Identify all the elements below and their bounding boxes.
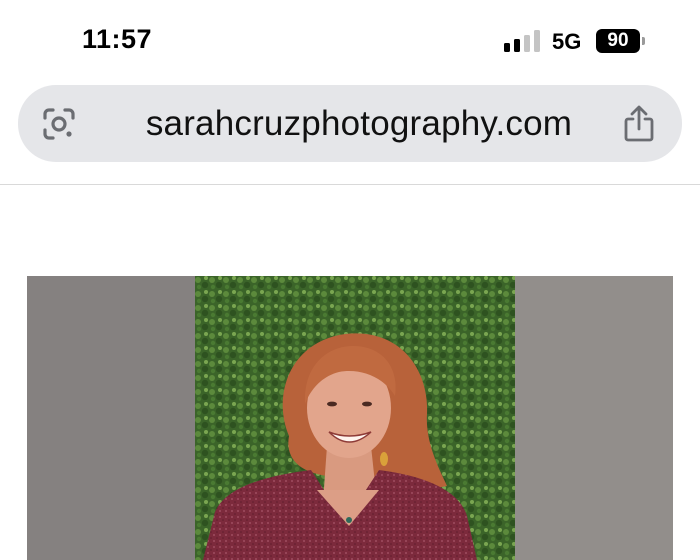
cellular-signal-icon [504, 30, 542, 52]
toolbar-divider [0, 184, 700, 185]
address-bar[interactable]: sarahcruzphotography.com [18, 85, 682, 162]
url-text[interactable]: sarahcruzphotography.com [104, 104, 614, 144]
share-icon[interactable] [620, 104, 658, 144]
status-time: 11:57 [82, 24, 153, 54]
network-type: 5G [552, 29, 582, 54]
battery-icon: 90 [596, 29, 640, 53]
google-lens-icon[interactable] [40, 105, 78, 143]
battery-tip [642, 37, 645, 45]
status-bar: 11:57 5G 90 [0, 0, 700, 80]
hero-portrait-photo [27, 276, 673, 560]
